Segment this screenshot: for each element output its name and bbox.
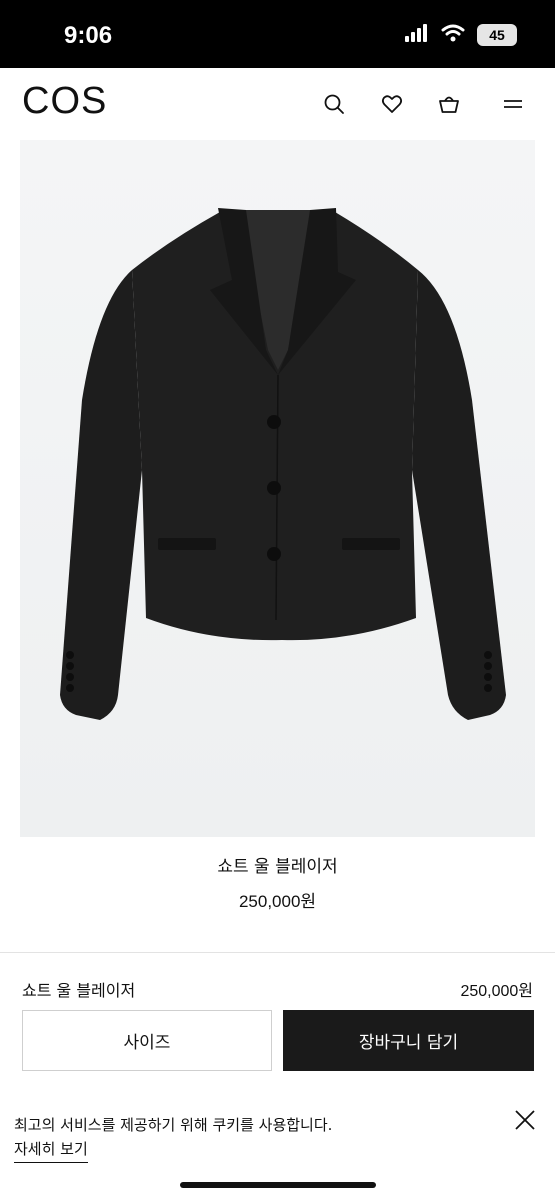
cos-logo[interactable]: COS: [22, 80, 107, 123]
sticky-product-name: 쇼트 울 블레이저: [22, 981, 136, 1000]
product-price: 250,000원: [238, 892, 317, 911]
cookie-banner: 최고의 서비스를 제공하기 위해 쿠키를 사용합니다. 자세히 보기: [0, 1094, 555, 1200]
wifi-icon: [441, 24, 465, 46]
status-bar: 9:06 45: [0, 0, 555, 68]
heart-icon[interactable]: [380, 92, 404, 116]
cookie-details-link[interactable]: 자세히 보기: [14, 1138, 88, 1163]
search-icon[interactable]: [322, 92, 346, 116]
status-time: 9:06: [64, 22, 113, 49]
blazer-illustration: [20, 140, 535, 837]
product-info: 쇼트 울 블레이저 250,000원: [0, 852, 555, 912]
product-image[interactable]: [20, 140, 535, 837]
signal-icon: [405, 24, 429, 46]
add-to-cart-button[interactable]: 장바구니 담기: [283, 1010, 534, 1071]
sticky-product-price: 250,000원: [460, 983, 533, 1000]
close-icon[interactable]: [513, 1108, 537, 1132]
cookie-message: 최고의 서비스를 제공하기 위해 쿠키를 사용합니다.: [14, 1116, 333, 1134]
home-indicator: [180, 1182, 376, 1188]
size-button[interactable]: 사이즈: [22, 1010, 272, 1071]
site-header: COS: [0, 68, 555, 140]
battery-indicator: 45: [477, 24, 517, 46]
status-icons: 45: [405, 24, 517, 46]
menu-icon[interactable]: [501, 92, 525, 116]
shopping-bag-icon[interactable]: [437, 92, 461, 116]
product-name: 쇼트 울 블레이저: [217, 857, 338, 877]
divider: [0, 952, 555, 953]
